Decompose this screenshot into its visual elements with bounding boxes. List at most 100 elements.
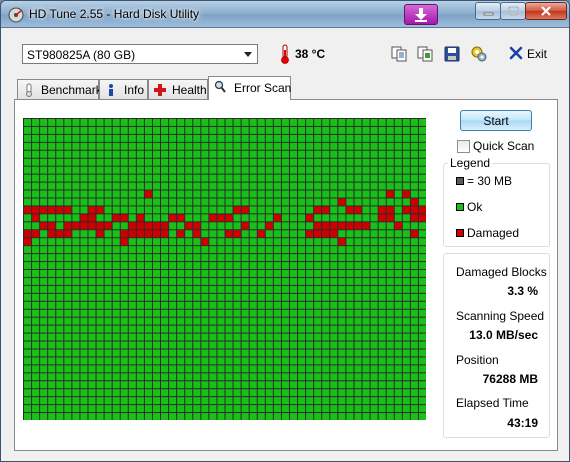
ok-block bbox=[402, 285, 410, 293]
ok-block bbox=[161, 277, 169, 285]
ok-block bbox=[306, 285, 314, 293]
ok-block bbox=[88, 365, 96, 373]
ok-block bbox=[378, 325, 386, 333]
minimize-button[interactable] bbox=[475, 2, 501, 20]
ok-block bbox=[24, 126, 32, 134]
ok-block bbox=[80, 126, 88, 134]
ok-block bbox=[322, 309, 330, 317]
ok-block bbox=[354, 166, 362, 174]
ok-block bbox=[56, 270, 64, 277]
ok-block bbox=[217, 262, 225, 269]
ok-block bbox=[233, 325, 241, 333]
ok-block bbox=[233, 389, 241, 397]
ok-block bbox=[346, 254, 354, 262]
ok-block bbox=[56, 317, 64, 325]
ok-block bbox=[152, 166, 161, 174]
ok-block bbox=[394, 150, 402, 158]
options-icon[interactable] bbox=[470, 45, 488, 63]
ok-block bbox=[418, 238, 426, 246]
drive-select[interactable]: ST980825A (80 GB) bbox=[22, 44, 258, 64]
ok-block bbox=[201, 150, 209, 158]
ok-block bbox=[249, 254, 257, 262]
ok-block bbox=[249, 206, 257, 214]
ok-block bbox=[289, 142, 298, 150]
ok-block bbox=[330, 397, 338, 405]
ok-block bbox=[418, 119, 426, 126]
ok-block bbox=[265, 341, 273, 349]
ok-block bbox=[88, 238, 96, 246]
ok-block bbox=[32, 381, 40, 389]
ok-block bbox=[362, 142, 370, 150]
start-button[interactable]: Start bbox=[460, 110, 532, 131]
ok-block bbox=[346, 119, 354, 126]
ok-block bbox=[338, 190, 346, 198]
ok-block bbox=[177, 341, 185, 349]
ok-block bbox=[273, 285, 281, 293]
ok-block bbox=[394, 325, 402, 333]
ok-block bbox=[265, 150, 273, 158]
ok-block bbox=[338, 301, 346, 309]
ok-block bbox=[306, 222, 314, 230]
ok-block bbox=[273, 341, 281, 349]
ok-block bbox=[378, 134, 386, 142]
download-button[interactable] bbox=[404, 4, 438, 25]
ok-block bbox=[330, 341, 338, 349]
ok-block bbox=[209, 373, 217, 381]
ok-block bbox=[161, 119, 169, 126]
ok-block bbox=[233, 405, 241, 413]
ok-block bbox=[32, 325, 40, 333]
damaged-block bbox=[338, 198, 346, 206]
ok-block bbox=[112, 230, 120, 238]
ok-block bbox=[354, 262, 362, 269]
ok-block bbox=[193, 413, 201, 420]
ok-block bbox=[354, 325, 362, 333]
ok-block bbox=[152, 317, 161, 325]
ok-block bbox=[298, 405, 306, 413]
maximize-button[interactable] bbox=[500, 2, 526, 20]
close-button[interactable] bbox=[525, 2, 567, 20]
ok-block bbox=[128, 405, 136, 413]
ok-block bbox=[257, 317, 265, 325]
ok-block bbox=[104, 293, 112, 301]
copy-screenshot-icon[interactable] bbox=[416, 45, 434, 63]
ok-block bbox=[330, 413, 338, 420]
save-icon[interactable] bbox=[443, 45, 461, 63]
ok-block bbox=[193, 238, 201, 246]
ok-block bbox=[80, 182, 88, 190]
tab-benchmark[interactable]: Benchmark bbox=[17, 79, 102, 99]
tab-health[interactable]: Health bbox=[148, 79, 208, 99]
ok-block bbox=[394, 182, 402, 190]
ok-block bbox=[161, 246, 169, 254]
ok-block bbox=[64, 357, 72, 365]
ok-block bbox=[72, 254, 80, 262]
ok-block bbox=[144, 285, 152, 293]
ok-block bbox=[24, 397, 32, 405]
ok-block bbox=[265, 214, 273, 222]
ok-block bbox=[24, 293, 32, 301]
ok-block bbox=[24, 341, 32, 349]
ok-block bbox=[281, 262, 289, 269]
quick-scan-label[interactable]: Quick Scan bbox=[473, 139, 534, 153]
ok-block bbox=[346, 325, 354, 333]
ok-block bbox=[289, 389, 298, 397]
ok-block bbox=[217, 349, 225, 357]
ok-block bbox=[80, 246, 88, 254]
ok-block bbox=[80, 349, 88, 357]
ok-block bbox=[112, 381, 120, 389]
tab-info[interactable]: Info bbox=[99, 79, 148, 99]
ok-block bbox=[362, 174, 370, 182]
ok-block bbox=[233, 293, 241, 301]
ok-block bbox=[314, 142, 322, 150]
ok-block bbox=[418, 389, 426, 397]
copy-text-icon[interactable] bbox=[390, 45, 408, 63]
ok-block bbox=[177, 182, 185, 190]
ok-block bbox=[80, 166, 88, 174]
tab-error-scan[interactable]: Error Scan bbox=[208, 76, 291, 100]
ok-block bbox=[112, 301, 120, 309]
ok-block bbox=[96, 150, 104, 158]
ok-block bbox=[370, 349, 378, 357]
ok-block bbox=[225, 150, 233, 158]
chevron-down-icon[interactable] bbox=[244, 52, 252, 57]
quick-scan-checkbox[interactable] bbox=[457, 140, 470, 153]
title-bar[interactable]: HD Tune 2.55 - Hard Disk Utility bbox=[1, 1, 569, 28]
